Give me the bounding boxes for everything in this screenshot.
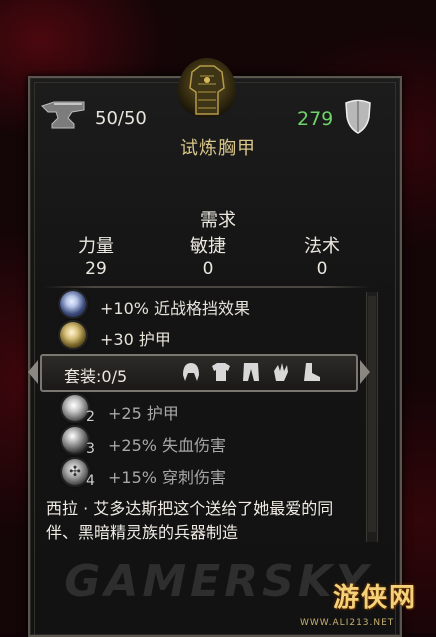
set-bonus-count: 4: [86, 473, 95, 489]
set-bonus-line: +25 护甲: [108, 404, 179, 423]
chest-armor-icon: [208, 359, 234, 385]
scrollbar-thumb[interactable]: [368, 296, 376, 532]
boots-icon: [298, 359, 324, 385]
set-bonus-count: 2: [86, 409, 95, 425]
req-dexterity-value: 0: [202, 259, 214, 279]
leggings-icon: [238, 359, 264, 385]
requirements-title: 需求: [200, 210, 236, 231]
set-piece-icons: [178, 359, 324, 385]
scrollbar[interactable]: [366, 292, 378, 542]
req-strength-label: 力量: [78, 236, 114, 257]
gold-value: 279: [297, 108, 334, 130]
chest-armor-item-icon: [178, 58, 236, 122]
req-strength-value: 29: [85, 259, 107, 279]
set-bonus-line: +15% 穿刺伤害: [108, 468, 227, 487]
set-bar: 套装:0/5: [28, 354, 370, 392]
site-logo: 游侠网: [332, 582, 417, 613]
silver-orb-icon: [62, 427, 88, 453]
req-dexterity-label: 敏捷: [190, 236, 226, 257]
gold-orb-icon: [60, 322, 86, 348]
silver-orb-icon: [62, 395, 88, 421]
anvil-icon: [40, 98, 88, 136]
set-progress-label: 套装:0/5: [64, 367, 128, 386]
item-name: 试炼胸甲: [180, 138, 256, 159]
site-url: WWW.ALI213.NET: [300, 618, 395, 628]
helmet-icon: [178, 359, 204, 385]
req-magic-value: 0: [316, 259, 328, 279]
modifier-line: +10% 近战格挡效果: [100, 299, 251, 318]
blue-orb-icon: [60, 291, 86, 317]
gloves-icon: [268, 359, 294, 385]
shield-icon: [343, 99, 373, 139]
set-bonus-count: 3: [86, 441, 95, 457]
modifier-line: +30 护甲: [100, 330, 171, 349]
req-magic-label: 法术: [304, 236, 340, 257]
divider: [44, 286, 370, 288]
item-description: 西拉 · 艾多达斯把这个送给了她最爱的同伴、黑暗精灵族的兵器制造: [46, 499, 334, 542]
set-bonus-line: +25% 失血伤害: [108, 436, 227, 455]
durability-value: 50/50: [95, 108, 147, 129]
silver-swirl-orb-icon: ✣: [62, 459, 88, 485]
